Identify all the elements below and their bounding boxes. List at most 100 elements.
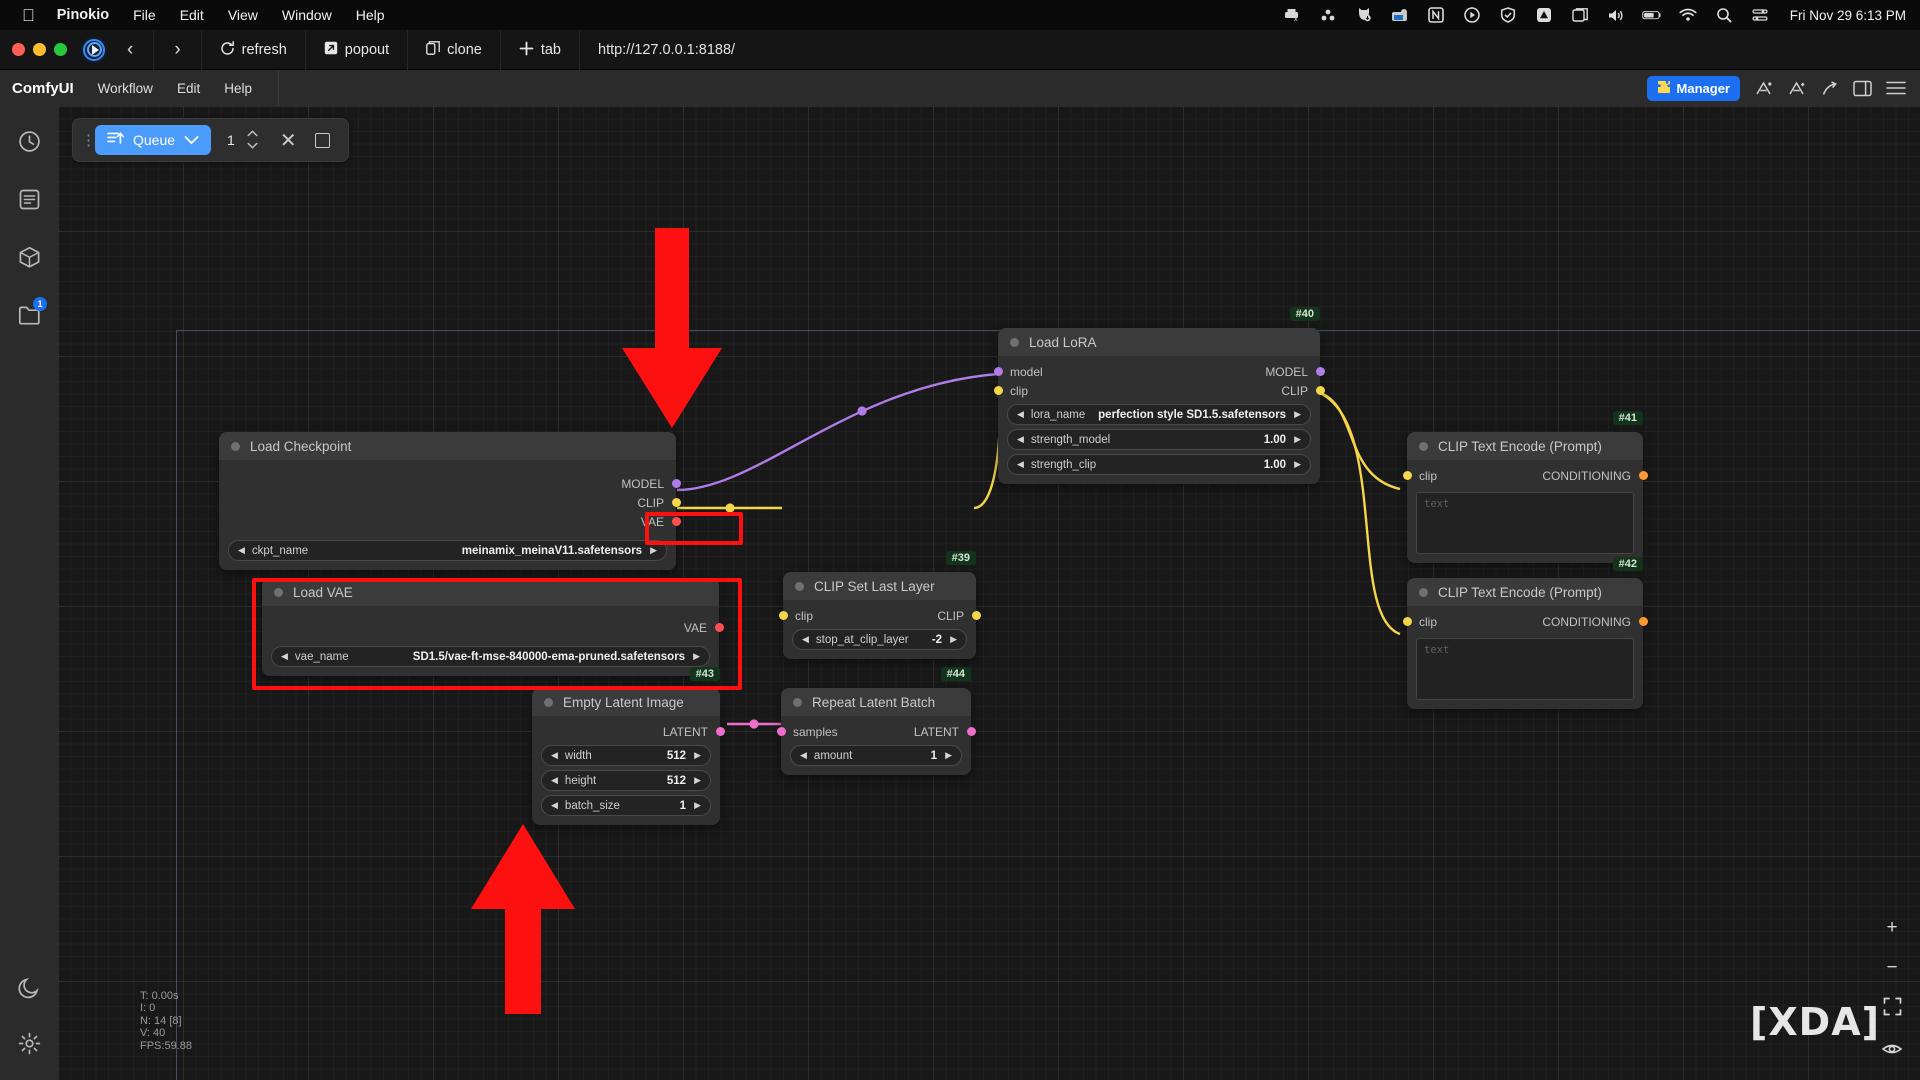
output-port-clip[interactable] <box>971 611 981 620</box>
back-button[interactable]: ‹ <box>107 29 155 70</box>
prompt-textarea[interactable]: text <box>1416 492 1634 554</box>
node-title-bar[interactable]: Load LoRA <box>998 328 1320 356</box>
minimize-window-button[interactable] <box>33 43 46 56</box>
input-port-model[interactable] <box>993 367 1003 376</box>
decrement-arrow-icon[interactable]: ◀ <box>238 545 245 556</box>
node-clip-text-encode-2[interactable]: #42 CLIP Text Encode (Prompt) clip CONDI… <box>1402 557 1648 709</box>
cat-download-icon[interactable] <box>1354 5 1374 25</box>
decrement-arrow-icon[interactable]: ◀ <box>551 800 558 811</box>
node-title-bar[interactable]: Empty Latent Image <box>532 688 720 716</box>
layout-panel-icon[interactable] <box>1853 80 1872 97</box>
toolbar-drag-handle[interactable]: ⋮ <box>81 131 96 149</box>
notion-icon[interactable] <box>1426 5 1446 25</box>
clear-queue-button[interactable]: ✕ <box>268 128 309 153</box>
node-title-bar[interactable]: CLIP Set Last Layer <box>783 572 976 600</box>
decrement-arrow-icon[interactable]: ◀ <box>1017 459 1024 470</box>
comfy-menu-workflow[interactable]: Workflow <box>98 81 153 96</box>
widget-strength-clip[interactable]: ◀ strength_clip 1.00 ▶ <box>1007 454 1311 475</box>
queue-prompt-button[interactable]: Queue <box>95 125 212 155</box>
node-clip-set-last-layer[interactable]: #39 CLIP Set Last Layer clip CLIP ◀ stop… <box>778 551 981 659</box>
url-bar[interactable]: http://127.0.0.1:8188/ <box>598 42 735 58</box>
decrement-arrow-icon[interactable]: ◀ <box>800 750 807 761</box>
output-port-conditioning[interactable] <box>1638 617 1648 626</box>
dots-icon[interactable] <box>1318 5 1338 25</box>
sidebar-item-model-library[interactable] <box>14 242 44 272</box>
queue-toolbar[interactable]: ⋮ Queue 1 ✕ <box>72 118 349 162</box>
battery-icon[interactable] <box>1641 5 1662 25</box>
output-port-clip[interactable] <box>1315 386 1325 395</box>
node-title-bar[interactable]: Load Checkpoint <box>219 432 676 460</box>
menu-help[interactable]: Help <box>356 7 385 23</box>
zoom-out-button[interactable]: − <box>1886 957 1897 979</box>
decrement-arrow-icon[interactable]: ◀ <box>551 750 558 761</box>
volume-icon[interactable] <box>1606 5 1626 25</box>
node-title-bar[interactable]: Repeat Latent Batch <box>781 688 971 716</box>
widget-batch-size[interactable]: ◀ batch_size 1 ▶ <box>541 795 711 816</box>
widget-width[interactable]: ◀ width 512 ▶ <box>541 745 711 766</box>
input-port-clip[interactable] <box>1402 471 1412 480</box>
menubar-clock[interactable]: Fri Nov 29 6:13 PM <box>1790 8 1906 23</box>
output-port-latent[interactable] <box>715 727 725 736</box>
increment-arrow-icon[interactable]: ▶ <box>694 775 701 786</box>
increment-arrow-icon[interactable]: ▶ <box>945 750 952 761</box>
manager-button[interactable]: Manager <box>1646 75 1740 101</box>
input-port-samples[interactable] <box>776 727 786 736</box>
refresh-button[interactable]: refresh <box>202 29 306 70</box>
node-load-checkpoint[interactable]: Load Checkpoint MODEL CLIP VAE ◀ ckpt_na <box>219 432 681 570</box>
node-map-alt-icon[interactable] <box>1787 79 1806 98</box>
node-load-lora[interactable]: #40 Load LoRA model MODEL clip CLIP ◀ lo… <box>993 307 1325 484</box>
node-collapse-dot[interactable] <box>231 441 240 451</box>
adguard-shield-icon[interactable] <box>1498 5 1518 25</box>
comfy-menu-edit[interactable]: Edit <box>177 81 200 96</box>
theme-toggle-button[interactable] <box>14 972 44 1002</box>
decrement-arrow-icon[interactable]: ◀ <box>1017 409 1024 420</box>
camera-icon[interactable] <box>1390 5 1410 25</box>
search-icon[interactable] <box>1714 5 1734 25</box>
active-app-name[interactable]: Pinokio <box>57 7 109 23</box>
stop-queue-button[interactable] <box>314 132 330 148</box>
stepper-down-icon[interactable] <box>247 142 258 151</box>
hamburger-icon[interactable] <box>1886 80 1906 96</box>
widget-ckpt-name[interactable]: ◀ ckpt_name meinamix_meinaV11.safetensor… <box>228 540 667 561</box>
increment-arrow-icon[interactable]: ▶ <box>950 634 957 645</box>
output-port-model[interactable] <box>671 479 681 488</box>
chevron-down-icon[interactable] <box>184 132 199 148</box>
sidebar-item-workflows[interactable]: 1 <box>14 297 47 330</box>
output-port-latent[interactable] <box>966 727 976 736</box>
decrement-arrow-icon[interactable]: ◀ <box>551 775 558 786</box>
output-port-model[interactable] <box>1315 367 1325 376</box>
forward-button[interactable]: › <box>154 29 202 70</box>
widget-height[interactable]: ◀ height 512 ▶ <box>541 770 711 791</box>
node-collapse-dot[interactable] <box>1419 441 1428 451</box>
popout-button[interactable]: popout <box>306 29 409 70</box>
clone-button[interactable]: clone <box>408 29 501 70</box>
printer-icon[interactable]: x <box>1282 5 1302 25</box>
increment-arrow-icon[interactable]: ▶ <box>1294 459 1301 470</box>
control-center-icon[interactable] <box>1750 5 1770 25</box>
toggle-visibility-button[interactable] <box>1881 1040 1903 1062</box>
node-collapse-dot[interactable] <box>544 697 553 707</box>
settings-gear-icon[interactable] <box>14 1028 44 1058</box>
zoom-window-button[interactable] <box>54 43 67 56</box>
zoom-in-button[interactable]: + <box>1886 917 1897 939</box>
node-empty-latent-image[interactable]: #43 Empty Latent Image LATENT ◀ width 51… <box>532 667 725 825</box>
batch-count-input[interactable]: 1 <box>213 132 245 148</box>
node-map-icon[interactable] <box>1754 79 1773 98</box>
wifi-icon[interactable] <box>1678 5 1698 25</box>
menu-window[interactable]: Window <box>282 7 332 23</box>
batch-count-stepper[interactable] <box>247 129 258 151</box>
close-window-button[interactable] <box>12 43 25 56</box>
increment-arrow-icon[interactable]: ▶ <box>1294 434 1301 445</box>
new-tab-button[interactable]: tab <box>501 29 580 70</box>
node-repeat-latent-batch[interactable]: #44 Repeat Latent Batch samples LATENT ◀… <box>776 667 976 775</box>
node-collapse-dot[interactable] <box>1419 587 1428 597</box>
node-collapse-dot[interactable] <box>793 697 802 707</box>
window-icon[interactable] <box>1570 5 1590 25</box>
widget-amount[interactable]: ◀ amount 1 ▶ <box>790 745 962 766</box>
node-collapse-dot[interactable] <box>795 581 804 591</box>
sidebar-item-node-library[interactable] <box>14 184 44 214</box>
menu-file[interactable]: File <box>133 7 156 23</box>
widget-strength-model[interactable]: ◀ strength_model 1.00 ▶ <box>1007 429 1311 450</box>
increment-arrow-icon[interactable]: ▶ <box>1294 409 1301 420</box>
fit-view-button[interactable] <box>1883 997 1902 1022</box>
